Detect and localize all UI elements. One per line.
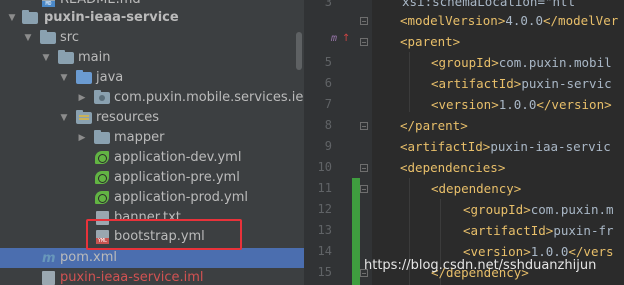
- chevron-down-icon[interactable]: ▼: [22, 28, 34, 48]
- module-folder-icon: [22, 10, 38, 24]
- code-line: <artifactId>puxin-iaa-servic: [400, 139, 611, 154]
- line-number: 5: [324, 55, 332, 69]
- spring-leaf-icon: [95, 171, 109, 184]
- code-line: <groupId>com.puxin.m: [463, 202, 614, 217]
- line-number: 14: [317, 244, 332, 258]
- line-number: 13: [317, 223, 332, 237]
- tree-item-module[interactable]: ▼ puxin-ieaa-service: [0, 8, 304, 28]
- tree-item-package[interactable]: ▶ com.puxin.mobile.services.ieaa: [0, 88, 304, 108]
- project-tree-panel: MD README.md ▼ puxin-ieaa-service ▼ src …: [0, 0, 304, 285]
- code-line: <modelVersion>4.0.0</modelVer: [400, 13, 619, 28]
- tree-item-java[interactable]: ▼ java: [0, 68, 304, 88]
- fold-marker-icon[interactable]: [360, 38, 368, 46]
- code-line: <version>1.0.0</version>: [431, 97, 612, 112]
- code-line: <artifactId>puxin-servic: [431, 76, 612, 91]
- tree-scrollbar[interactable]: [296, 32, 302, 70]
- editor-gutter: 3 5 6 7 8 9 10 11 12 13 14 15 m ↑: [304, 0, 372, 285]
- code-line: <dependency>: [431, 181, 522, 196]
- tree-item-resources[interactable]: ▼ resources: [0, 108, 304, 128]
- tree-item-iml[interactable]: puxin-ieaa-service.iml: [0, 268, 304, 285]
- code-line: </parent>: [400, 118, 468, 133]
- folder-icon: [40, 30, 56, 44]
- fold-marker-icon[interactable]: [360, 122, 368, 130]
- line-number: 7: [324, 97, 332, 111]
- line-number: 15: [317, 265, 332, 279]
- maven-icon: m: [42, 251, 56, 266]
- chevron-down-icon[interactable]: ▼: [58, 68, 70, 88]
- tree-item-application-prod[interactable]: application-prod.yml: [0, 188, 304, 208]
- markdown-file-icon: MD: [42, 0, 55, 7]
- tree-item-src[interactable]: ▼ src: [0, 28, 304, 48]
- line-number: 6: [324, 76, 332, 90]
- fold-marker-icon[interactable]: [360, 164, 368, 172]
- watermark-text: https://blog.csdn.net/sshduanzhijun: [364, 258, 597, 273]
- line-number: 8: [324, 118, 332, 132]
- code-line: <parent>: [400, 34, 461, 49]
- line-number: 11: [317, 181, 332, 195]
- line-number: 3: [324, 0, 332, 9]
- spring-leaf-icon: [95, 191, 109, 204]
- indent-guide: [409, 52, 410, 112]
- code-line: <dependencies>: [400, 160, 506, 175]
- tree-item-application-dev[interactable]: application-dev.yml: [0, 148, 304, 168]
- fold-marker-icon[interactable]: [360, 185, 368, 193]
- chevron-down-icon[interactable]: ▼: [6, 8, 18, 28]
- chevron-down-icon[interactable]: ▼: [58, 108, 70, 128]
- code-editor[interactable]: xsi:schemaLocation="htt <modelVersion>4.…: [372, 0, 624, 285]
- package-icon: [94, 90, 110, 104]
- vcs-change-marker[interactable]: [352, 178, 360, 285]
- folder-icon: [58, 50, 74, 64]
- chevron-right-icon[interactable]: ▶: [76, 128, 88, 148]
- arrow-up-icon[interactable]: ↑: [342, 33, 350, 44]
- overridden-method-icon[interactable]: m: [331, 33, 337, 44]
- line-number: 9: [324, 139, 332, 153]
- code-line: <version>1.0.0</vers: [463, 244, 614, 259]
- iml-file-icon: [42, 271, 55, 285]
- chevron-right-icon[interactable]: ▶: [76, 88, 88, 108]
- resources-folder-icon: [76, 110, 92, 124]
- code-line: <artifactId>puxin-fr: [463, 223, 614, 238]
- code-line: <groupId>com.puxin.mobil: [431, 55, 612, 70]
- fold-marker-icon[interactable]: [360, 17, 368, 25]
- code-line: xsi:schemaLocation="htt: [402, 0, 576, 9]
- bootstrap-highlight-box: [86, 219, 242, 250]
- line-number: 12: [317, 202, 332, 216]
- spring-leaf-icon: [95, 151, 109, 164]
- chevron-down-icon[interactable]: ▼: [40, 48, 52, 68]
- tree-item-main[interactable]: ▼ main: [0, 48, 304, 68]
- tree-item-pom[interactable]: m pom.xml: [0, 248, 304, 268]
- source-folder-icon: [76, 70, 92, 84]
- folder-icon: [94, 130, 110, 144]
- tree-item-application-pre[interactable]: application-pre.yml: [0, 168, 304, 188]
- tree-item-mapper[interactable]: ▶ mapper: [0, 128, 304, 148]
- line-number: 10: [317, 160, 332, 174]
